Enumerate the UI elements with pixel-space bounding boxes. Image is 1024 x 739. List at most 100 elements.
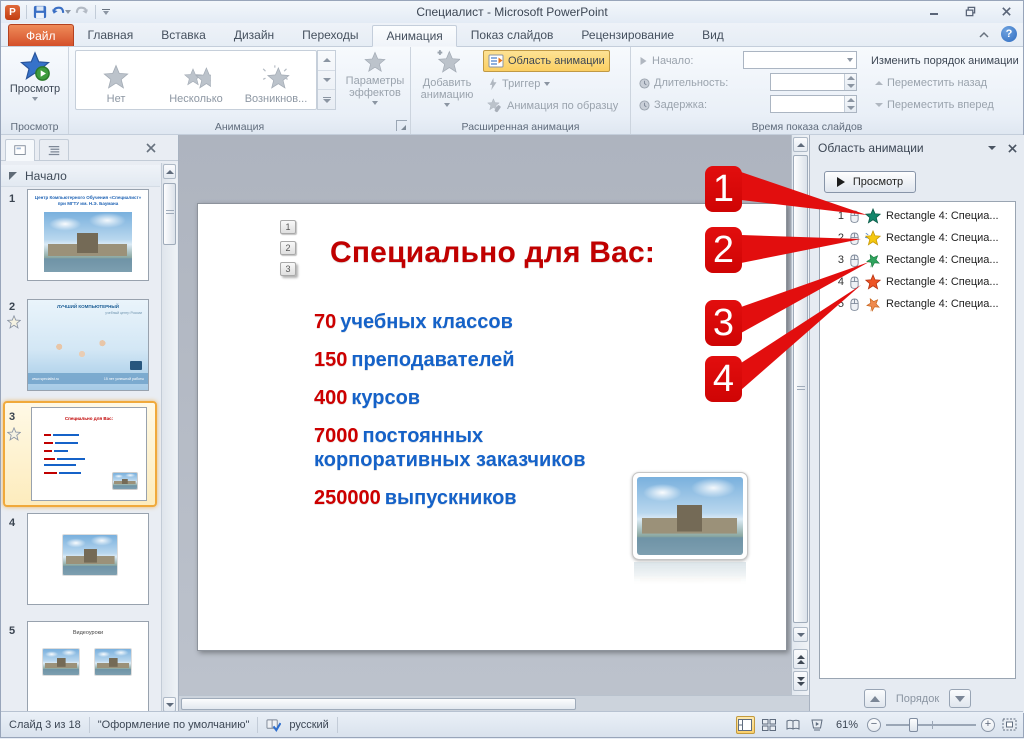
- add-animation-button[interactable]: Добавить анимацию: [417, 49, 477, 107]
- slideshow-view-button[interactable]: [808, 716, 827, 734]
- animation-painter-button[interactable]: Анимация по образцу: [483, 95, 622, 117]
- normal-view-button[interactable]: [736, 716, 755, 734]
- slides-thumbnail-panel: Начало 1 Центр Компьютерного Обучения «С…: [1, 135, 179, 713]
- slide-1-thumbnail[interactable]: Центр Компьютерного Обучения «Специалист…: [27, 189, 149, 281]
- animation-order-badge-3[interactable]: 3: [280, 262, 296, 276]
- pane-menu-icon[interactable]: [988, 146, 996, 150]
- gallery-item-appear[interactable]: Возникнов...: [236, 51, 316, 109]
- animation-item-2[interactable]: 2 Rectangle 4: Специа...: [820, 227, 1015, 249]
- zoom-level[interactable]: 61%: [836, 719, 858, 731]
- reading-view-button[interactable]: [784, 716, 803, 734]
- tab-review[interactable]: Рецензирование: [567, 24, 688, 46]
- tab-transitions[interactable]: Переходы: [288, 24, 372, 46]
- slide-5-thumbnail[interactable]: Видеоуроки: [27, 621, 149, 713]
- slide-canvas[interactable]: 1 2 3 Специально для Вас: 70учебных клас…: [197, 203, 787, 651]
- minimize-button[interactable]: [923, 3, 945, 19]
- animation-item-1[interactable]: 1 Rectangle 4: Специа...: [820, 205, 1015, 227]
- tab-outline[interactable]: [39, 139, 69, 161]
- thumbnails-scroll-down-icon[interactable]: [163, 697, 176, 712]
- slide-counter[interactable]: Слайд 3 из 18: [9, 719, 81, 731]
- slide-3-photo: [112, 472, 138, 490]
- tab-home[interactable]: Главная: [74, 24, 148, 46]
- close-panel-icon[interactable]: [146, 143, 156, 153]
- editor-horizontal-scrollbar[interactable]: [179, 695, 809, 712]
- move-later-button[interactable]: Переместить вперед: [871, 94, 998, 116]
- zoom-in-button[interactable]: +: [981, 718, 995, 732]
- slide-picture[interactable]: [632, 472, 748, 560]
- fit-to-window-button[interactable]: [1000, 716, 1019, 734]
- previous-slide-button[interactable]: [793, 649, 808, 669]
- section-header[interactable]: Начало: [1, 165, 160, 187]
- next-slide-button[interactable]: [793, 671, 808, 691]
- tab-slides[interactable]: [5, 139, 35, 161]
- section-collapse-icon[interactable]: [9, 172, 17, 180]
- animation-order-badge-1[interactable]: 1: [280, 220, 296, 234]
- gallery-item-none[interactable]: Нет: [76, 51, 156, 109]
- callout-number-2: 2: [705, 227, 742, 273]
- thumbnails-scroll-thumb[interactable]: [163, 183, 176, 245]
- scroll-up-icon[interactable]: [793, 137, 808, 152]
- restore-button[interactable]: [959, 3, 981, 19]
- slide-editor-area: 1 2 3 Специально для Вас: 70учебных клас…: [179, 135, 791, 695]
- slide-body-text[interactable]: 70учебных классов 150преподавателей 400к…: [314, 310, 624, 524]
- slide-sorter-view-button[interactable]: [760, 716, 779, 734]
- tab-animations[interactable]: Анимация: [372, 25, 456, 47]
- tab-view[interactable]: Вид: [688, 24, 738, 46]
- spellcheck-icon[interactable]: [266, 718, 281, 732]
- pane-close-icon[interactable]: [1008, 144, 1017, 153]
- orange-star-icon: [865, 274, 881, 290]
- slide-2-thumbnail[interactable]: ЛУЧШИЙ КОМПЬЮТЕРНЫЙ учебный центр России…: [27, 299, 149, 391]
- order-down-button[interactable]: [949, 689, 971, 708]
- order-up-button[interactable]: [864, 689, 886, 708]
- gallery-down-button[interactable]: [318, 71, 335, 91]
- minimize-ribbon-icon[interactable]: [975, 26, 993, 42]
- pane-preview-button[interactable]: Просмотр: [824, 171, 916, 193]
- duration-spinner[interactable]: [770, 73, 857, 91]
- slide-2-url: www.specialist.ru: [32, 377, 59, 381]
- animation-item-5[interactable]: 5 Rectangle 4: Специа...: [820, 293, 1015, 315]
- hscroll-thumb[interactable]: [181, 698, 576, 710]
- slide-2-logo: [130, 361, 142, 370]
- thumbnails-scrollbar[interactable]: [161, 163, 177, 713]
- preview-button[interactable]: Просмотр: [9, 51, 61, 101]
- theme-name[interactable]: "Оформление по умолчанию": [98, 719, 250, 731]
- move-earlier-button[interactable]: Переместить назад: [871, 72, 991, 94]
- start-combobox[interactable]: [743, 51, 857, 69]
- thumbnails-scroll-up-icon[interactable]: [163, 164, 176, 179]
- slide-4-thumbnail[interactable]: [27, 513, 149, 605]
- add-animation-star-icon: [434, 49, 460, 75]
- zoom-out-button[interactable]: −: [867, 718, 881, 732]
- tab-file[interactable]: Файл: [8, 24, 74, 46]
- delay-spinner[interactable]: [770, 95, 857, 113]
- animation-pane-button[interactable]: Область анимации: [483, 50, 610, 72]
- mouse-trigger-icon: [849, 297, 860, 312]
- slide-title[interactable]: Специально для Вас:: [330, 236, 655, 270]
- zoom-slider-thumb[interactable]: [909, 718, 918, 732]
- help-button[interactable]: ?: [1001, 26, 1017, 42]
- gallery-item-multiple[interactable]: Несколько: [156, 51, 236, 109]
- slide-5-photo-right: [94, 648, 132, 676]
- animation-pane-title: Область анимации: [818, 141, 924, 155]
- slide-3-thumbnail[interactable]: Специально для Вас:: [31, 407, 147, 501]
- close-button[interactable]: [995, 3, 1017, 19]
- zoom-slider[interactable]: [886, 717, 976, 733]
- preview-dropdown-icon[interactable]: [32, 97, 38, 101]
- effect-options-button[interactable]: Параметры эффектов: [343, 51, 407, 105]
- multiple-stars-icon: [181, 64, 211, 90]
- trigger-button[interactable]: Триггер: [483, 73, 554, 95]
- gallery-more-button[interactable]: [318, 90, 335, 109]
- slide-2-animation-icon: [7, 315, 21, 329]
- editor-vertical-scrollbar[interactable]: [791, 135, 809, 695]
- animation-item-3[interactable]: 3 Rectangle 4: Специа...: [820, 249, 1015, 271]
- language-indicator[interactable]: русский: [289, 719, 328, 731]
- scroll-thumb[interactable]: [793, 155, 808, 623]
- gallery-up-button[interactable]: [318, 51, 335, 71]
- animation-item-4[interactable]: 4 Rectangle 4: Специа...: [820, 271, 1015, 293]
- tab-slideshow[interactable]: Показ слайдов: [457, 24, 568, 46]
- move-earlier-icon: [875, 81, 883, 85]
- scroll-down-icon[interactable]: [793, 627, 808, 642]
- animation-order-badge-2[interactable]: 2: [280, 241, 296, 255]
- tab-design[interactable]: Дизайн: [220, 24, 288, 46]
- tab-insert[interactable]: Вставка: [147, 24, 220, 46]
- status-bar: Слайд 3 из 18 "Оформление по умолчанию" …: [1, 711, 1023, 737]
